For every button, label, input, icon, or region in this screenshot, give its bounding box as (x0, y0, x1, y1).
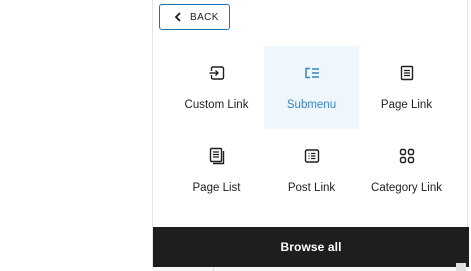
stage: BACK Custom Link Submenu Page Link Page … (0, 0, 471, 271)
block-label: Submenu (286, 99, 337, 111)
page-list-icon (207, 146, 227, 166)
block-custom-link[interactable]: Custom Link (169, 46, 264, 129)
back-button[interactable]: BACK (159, 4, 230, 30)
divider (213, 267, 214, 271)
submenu-icon (302, 63, 322, 83)
post-link-icon (302, 146, 322, 166)
underlying-page-strip (152, 267, 468, 271)
browse-all-label: Browse all (280, 240, 342, 254)
block-grid: Custom Link Submenu Page Link Page List … (169, 46, 455, 212)
browse-all-button[interactable]: Browse all (153, 227, 469, 267)
block-inserter-panel: BACK Custom Link Submenu Page Link Page … (152, 0, 469, 271)
chevron-left-icon (174, 12, 182, 22)
page-link-icon (397, 63, 417, 83)
category-link-icon (397, 146, 417, 166)
block-page-link[interactable]: Page Link (359, 46, 454, 129)
block-label: Post Link (287, 182, 336, 194)
block-label: Page List (192, 182, 241, 194)
back-button-label: BACK (190, 11, 219, 23)
scrollbar[interactable] (456, 263, 466, 271)
block-category-link[interactable]: Category Link (359, 129, 454, 212)
block-post-link[interactable]: Post Link (264, 129, 359, 212)
custom-link-icon (207, 63, 227, 83)
block-submenu[interactable]: Submenu (264, 46, 359, 129)
block-label: Page Link (380, 99, 433, 111)
block-label: Category Link (371, 182, 442, 194)
block-page-list[interactable]: Page List (169, 129, 264, 212)
block-label: Custom Link (184, 99, 249, 111)
